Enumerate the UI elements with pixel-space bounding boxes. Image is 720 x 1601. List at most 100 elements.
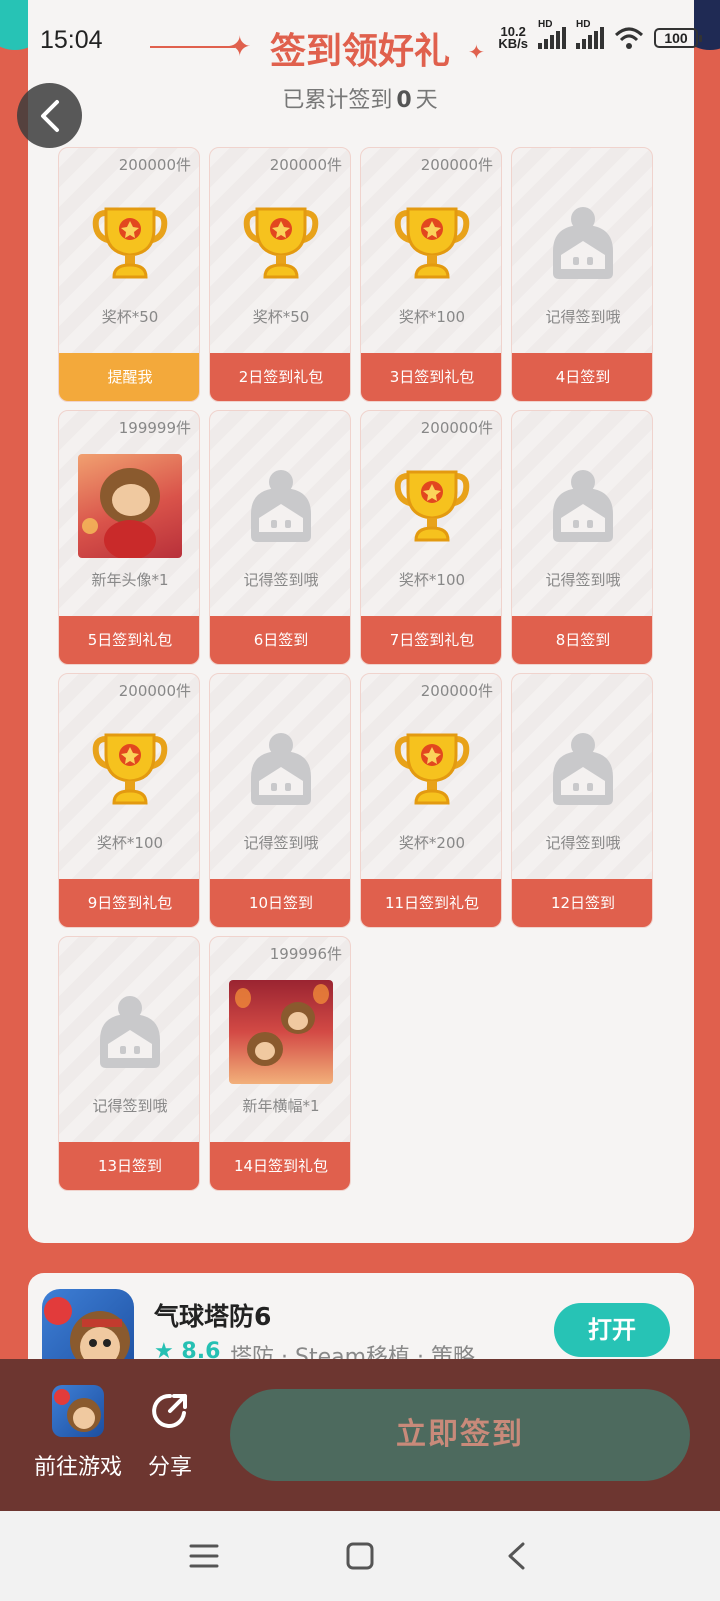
- trophy-icon: [394, 733, 470, 805]
- day-signin-label: 6日签到: [210, 616, 350, 664]
- reward-label: 奖杯*50: [252, 308, 310, 326]
- signin-days-count: 0: [396, 88, 412, 113]
- new-year-banner-thumb: [229, 980, 333, 1084]
- back-button[interactable]: [17, 83, 82, 148]
- remind-me-button[interactable]: 提醒我: [59, 353, 199, 401]
- reward-card[interactable]: 200000件奖杯*100 3日签到礼包: [360, 147, 502, 402]
- reward-label: 奖杯*200: [398, 834, 466, 852]
- reward-card[interactable]: 200000件奖杯*100 7日签到礼包: [360, 410, 502, 665]
- placeholder-icon: [100, 996, 160, 1068]
- goto-game-button[interactable]: 前往游戏: [28, 1385, 128, 1481]
- reward-label: 记得签到哦: [545, 834, 621, 852]
- stock-count: 200000件: [118, 156, 191, 174]
- bottom-action-bar: 前往游戏 分享 立即签到: [0, 1359, 720, 1511]
- share-button[interactable]: 分享: [140, 1385, 200, 1481]
- signin-days-summary: 已累计签到 0 天: [0, 82, 720, 114]
- trophy-icon: [394, 207, 470, 279]
- share-icon: [144, 1385, 196, 1437]
- reward-icon: [361, 456, 501, 556]
- reward-card[interactable]: 199999件新年头像*1 5日签到礼包: [58, 410, 200, 665]
- placeholder-icon: [251, 733, 311, 805]
- reward-icon: [512, 193, 652, 293]
- sparkle-icon: ✦: [468, 40, 485, 64]
- reward-label: 奖杯*100: [398, 571, 466, 589]
- reward-icon: [512, 456, 652, 556]
- stock-count: 200000件: [420, 419, 493, 437]
- stock-count: 200000件: [420, 156, 493, 174]
- reward-icon: [512, 719, 652, 819]
- day-signin-label: 7日签到礼包: [361, 616, 501, 664]
- trophy-icon: [92, 733, 168, 805]
- day-signin-label: 10日签到: [210, 879, 350, 927]
- placeholder-icon: [553, 207, 613, 279]
- reward-card[interactable]: 199996件新年横幅*1 14日签到礼包: [209, 936, 351, 1191]
- trophy-icon: [243, 207, 319, 279]
- signin-now-button[interactable]: 立即签到: [230, 1389, 690, 1481]
- share-label: 分享: [147, 1455, 192, 1480]
- chevron-left-icon: [40, 99, 59, 132]
- reward-card[interactable]: 200000件 奖杯*50 2日签到礼包: [209, 147, 351, 402]
- summary-prefix: 已累计签到: [282, 88, 393, 113]
- day-signin-label: 11日签到礼包: [361, 879, 501, 927]
- day-signin-label: 4日签到: [512, 353, 652, 401]
- home-nav-button[interactable]: [340, 1539, 380, 1573]
- reward-label: 记得签到哦: [545, 571, 621, 589]
- day-signin-label: 5日签到礼包: [59, 616, 199, 664]
- day-signin-label: 3日签到礼包: [361, 353, 501, 401]
- reward-icon: [361, 719, 501, 819]
- reward-card[interactable]: 记得签到哦 12日签到: [511, 673, 653, 928]
- day-signin-label: 8日签到: [512, 616, 652, 664]
- stock-count: 200000件: [420, 682, 493, 700]
- game-title: 气球塔防6: [154, 1302, 272, 1331]
- reward-icon: [210, 456, 350, 556]
- reward-icon: [59, 454, 199, 558]
- reward-icon: [361, 193, 501, 293]
- menu-nav-button[interactable]: [184, 1539, 224, 1573]
- reward-card[interactable]: 200000件奖杯*200 11日签到礼包: [360, 673, 502, 928]
- reward-label: 新年横幅*1: [242, 1097, 320, 1115]
- new-year-avatar-thumb: [78, 454, 182, 558]
- day-signin-label: 2日签到礼包: [210, 353, 350, 401]
- reward-card[interactable]: 200000件奖杯*50 提醒我: [58, 147, 200, 402]
- day-signin-label: 13日签到: [59, 1142, 199, 1190]
- reward-card[interactable]: 记得签到哦 4日签到: [511, 147, 653, 402]
- reward-icon: [59, 982, 199, 1082]
- chevron-left-icon: [508, 1542, 525, 1570]
- home-square-icon: [346, 1542, 374, 1570]
- reward-label: 新年头像*1: [91, 571, 169, 589]
- reward-icon: [210, 193, 350, 293]
- back-nav-button[interactable]: [496, 1539, 536, 1573]
- reward-card[interactable]: 200000件 奖杯*100 9日签到礼包: [58, 673, 200, 928]
- goto-game-label: 前往游戏: [33, 1455, 122, 1480]
- placeholder-icon: [553, 733, 613, 805]
- reward-label: 记得签到哦: [243, 834, 319, 852]
- reward-icon: [59, 193, 199, 293]
- placeholder-icon: [553, 470, 613, 542]
- reward-icon: [59, 719, 199, 819]
- system-nav-bar: [0, 1511, 720, 1601]
- reward-label: 奖杯*100: [96, 834, 164, 852]
- day-signin-label: 14日签到礼包: [210, 1142, 350, 1190]
- reward-card[interactable]: 记得签到哦 10日签到: [209, 673, 351, 928]
- day-signin-label: 12日签到: [512, 879, 652, 927]
- reward-label: 记得签到哦: [545, 308, 621, 326]
- reward-card[interactable]: 记得签到哦 13日签到: [58, 936, 200, 1191]
- stock-count: 199996件: [269, 945, 342, 963]
- reward-label: 奖杯*100: [398, 308, 466, 326]
- stock-count: 200000件: [118, 682, 191, 700]
- menu-icon: [189, 1544, 219, 1568]
- reward-label: 奖杯*50: [101, 308, 159, 326]
- open-game-button[interactable]: 打开: [554, 1303, 670, 1357]
- reward-icon: [210, 719, 350, 819]
- stock-count: 199999件: [118, 419, 191, 437]
- placeholder-icon: [251, 470, 311, 542]
- trophy-icon: [92, 207, 168, 279]
- summary-suffix: 天: [415, 88, 438, 113]
- trophy-icon: [394, 470, 470, 542]
- reward-label: 记得签到哦: [243, 571, 319, 589]
- page-title: 签到领好礼: [269, 31, 450, 72]
- reward-icon: [210, 980, 350, 1084]
- reward-card[interactable]: 记得签到哦 8日签到: [511, 410, 653, 665]
- reward-card[interactable]: 记得签到哦 6日签到: [209, 410, 351, 665]
- reward-label: 记得签到哦: [92, 1097, 168, 1115]
